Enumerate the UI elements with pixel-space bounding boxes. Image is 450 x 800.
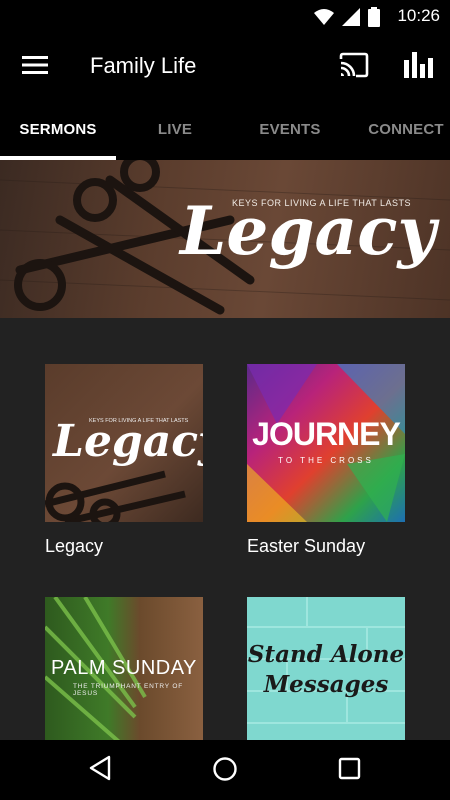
series-label: Easter Sunday	[247, 536, 366, 556]
series-artwork: KEYS FOR LIVING A LIFE THAT LASTS Legacy	[45, 364, 203, 522]
series-art-title: Legacy	[53, 416, 203, 467]
battery-icon	[368, 7, 380, 32]
series-art-subtitle: THE TRIUMPHANT ENTRY OF JESUS	[73, 683, 184, 697]
series-label: Legacy	[45, 536, 104, 556]
series-card-stand-alone[interactable]: Stand Alone Messages	[247, 597, 405, 740]
menu-icon[interactable]	[22, 54, 48, 76]
back-icon[interactable]	[88, 754, 112, 787]
tab-events[interactable]: EVENTS	[234, 98, 346, 160]
series-artwork: JOURNEY TO THE CROSS	[247, 364, 405, 522]
home-icon[interactable]	[212, 756, 238, 787]
series-art-title-line2: Messages	[263, 671, 389, 698]
series-art-subtitle: TO THE CROSS	[278, 456, 374, 465]
series-card-legacy[interactable]: KEYS FOR LIVING A LIFE THAT LASTS Legacy…	[45, 364, 203, 557]
cast-icon[interactable]	[338, 52, 370, 83]
equalizer-icon[interactable]	[404, 52, 434, 83]
series-card-easter[interactable]: JOURNEY TO THE CROSS Easter Sunday	[247, 364, 405, 557]
hero-title: Legacy	[180, 192, 436, 270]
status-icons	[314, 7, 380, 32]
tab-sermons[interactable]: SERMONS	[0, 98, 116, 160]
series-artwork: Stand Alone Messages	[247, 597, 405, 740]
app-bar: Family Life	[0, 34, 450, 98]
series-artwork: PALM SUNDAY THE TRIUMPHANT ENTRY OF JESU…	[45, 597, 203, 740]
tab-connect[interactable]: CONNECT	[346, 98, 450, 160]
series-card-palm-sunday[interactable]: PALM SUNDAY THE TRIUMPHANT ENTRY OF JESU…	[45, 597, 203, 740]
hero-banner[interactable]: KEYS FOR LIVING A LIFE THAT LASTS Legacy	[0, 160, 450, 318]
tab-bar: SERMONS LIVE EVENTS CONNECT	[0, 98, 450, 160]
signal-icon	[342, 8, 360, 31]
tab-live[interactable]: LIVE	[116, 98, 234, 160]
series-art-title: PALM SUNDAY	[51, 657, 197, 679]
recents-icon[interactable]	[338, 757, 362, 786]
wifi-icon	[314, 8, 334, 31]
status-time: 10:26	[397, 6, 440, 25]
status-bar: 10:26	[0, 0, 450, 34]
brick-pattern	[247, 597, 405, 724]
series-art-title-line1: Stand Alone	[247, 641, 405, 668]
series-art-title: JOURNEY	[252, 416, 401, 452]
system-nav-bar	[0, 740, 450, 800]
page-title: Family Life	[90, 53, 197, 78]
series-grid: KEYS FOR LIVING A LIFE THAT LASTS Legacy…	[0, 318, 450, 740]
